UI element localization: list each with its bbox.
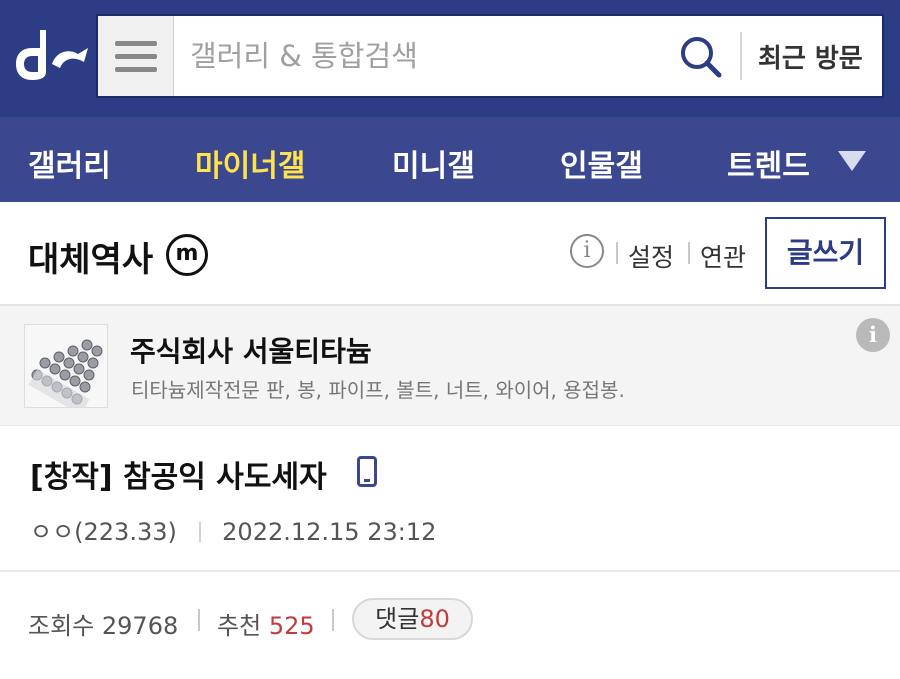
dc-logo-icon[interactable]: [12, 24, 92, 86]
mobile-icon: [357, 456, 377, 487]
gallery-header: 대체역사 m i 설정 연관 글쓰기: [0, 202, 900, 306]
post-author[interactable]: ㅇㅇ(223.33): [30, 518, 177, 546]
recommend-count: 추천 525: [217, 606, 315, 641]
gallery-title[interactable]: 대체역사: [28, 232, 153, 281]
top-header: 최근 방문: [0, 0, 900, 117]
meta-separator: [198, 522, 201, 542]
divider: [0, 570, 900, 572]
post-title: [창작] 참공익 사도세자: [30, 460, 327, 495]
menu-button[interactable]: [98, 16, 174, 96]
search-divider: [740, 32, 742, 80]
hamburger-line: [114, 53, 157, 59]
nav-item-minor-gallery[interactable]: 마이너갤: [195, 141, 305, 185]
gallery-nav: 갤러리 마이너갤 미니갤 인물갤 트렌드: [0, 117, 900, 202]
related-link[interactable]: 연관: [700, 238, 746, 274]
write-post-button[interactable]: 글쓰기: [765, 217, 886, 289]
nav-item-trend[interactable]: 트렌드: [727, 141, 810, 185]
nav-expand-icon[interactable]: [838, 151, 866, 171]
ad-title[interactable]: 주식회사 서울티타늄: [130, 330, 372, 370]
post-datetime: 2022.12.15 23:12: [222, 518, 437, 546]
view-count-label: 조회수: [28, 612, 95, 640]
recommend-count-label: 추천: [217, 612, 262, 640]
recommend-count-value: 525: [268, 612, 315, 640]
search-input[interactable]: [190, 34, 670, 78]
comment-count-value: 80: [419, 605, 450, 633]
ad-banner[interactable]: 주식회사 서울티타늄 티타늄제작전문 판, 봉, 파이프, 볼트, 너트, 와이…: [0, 306, 900, 426]
separator: [688, 242, 690, 264]
comment-count-button[interactable]: 댓글80: [352, 598, 473, 640]
ad-description: 티타늄제작전문 판, 봉, 파이프, 볼트, 너트, 와이어, 용접봉.: [131, 378, 625, 402]
info-icon[interactable]: i: [570, 234, 604, 268]
search-icon[interactable]: [678, 34, 724, 80]
separator: [198, 609, 200, 631]
comment-count-label: 댓글: [375, 605, 420, 633]
settings-link[interactable]: 설정: [628, 238, 674, 274]
nav-item-gallery[interactable]: 갤러리: [28, 141, 111, 185]
post-meta: ㅇㅇ(223.33) 2022.12.15 23:12: [30, 512, 436, 547]
hamburger-line: [114, 40, 157, 46]
nav-item-person-gallery[interactable]: 인물갤: [560, 141, 643, 185]
hamburger-line: [114, 66, 157, 72]
ad-info-icon[interactable]: i: [856, 318, 890, 352]
search-bar: 최근 방문: [96, 14, 884, 98]
view-count: 조회수 29768: [28, 606, 178, 641]
separator: [616, 242, 618, 264]
recent-visits-button[interactable]: 최근 방문: [758, 38, 863, 75]
minor-gallery-badge-icon: m: [166, 234, 208, 276]
separator: [332, 609, 334, 631]
view-count-value: 29768: [101, 612, 179, 640]
ad-thumbnail[interactable]: [24, 324, 108, 408]
nav-item-mini-gallery[interactable]: 미니갤: [392, 141, 475, 185]
